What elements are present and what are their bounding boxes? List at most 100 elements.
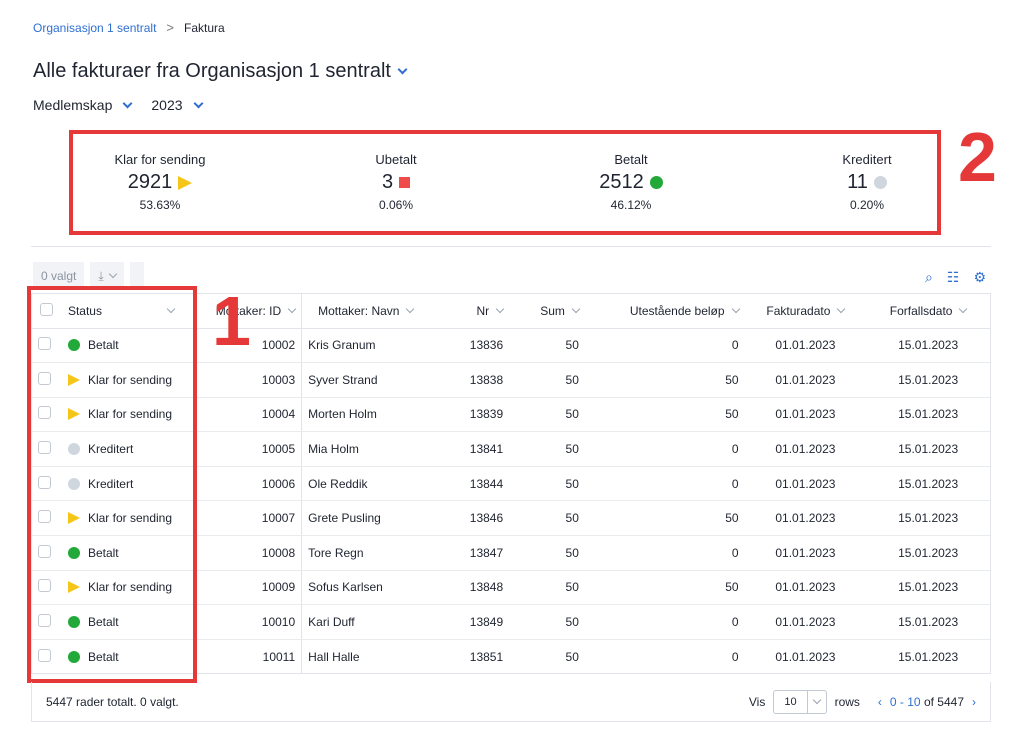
- invoice-date-cell: 01.01.2023: [744, 397, 867, 433]
- sum-cell: 50: [509, 570, 585, 606]
- recipient-name-cell: Syver Strand: [301, 362, 430, 398]
- stat-count: 3: [381, 171, 394, 193]
- nr-cell: 13838: [429, 362, 510, 398]
- sum-cell: 50: [509, 500, 585, 537]
- stat-label: Kreditert: [842, 152, 892, 167]
- sum-cell: 50: [509, 328, 585, 364]
- due-date-cell: 15.01.2023: [866, 466, 990, 502]
- chevron-down-icon: [812, 695, 821, 704]
- due-date-cell: 15.01.2023: [866, 535, 990, 571]
- recipient-id-cell: 10009: [179, 570, 302, 606]
- outstanding-cell: 50: [584, 397, 745, 433]
- stat-unpaid[interactable]: Ubetalt 3 0.06%: [311, 152, 481, 212]
- page-title: Alle fakturaer fra Organisasjon 1 sentra…: [33, 60, 391, 82]
- outstanding-cell: 0: [584, 466, 745, 502]
- search-icon[interactable]: ⌕: [925, 269, 933, 286]
- download-icon: ⤓: [98, 268, 104, 283]
- nr-cell: 13844: [429, 466, 510, 502]
- invoice-date-cell: 01.01.2023: [744, 466, 867, 502]
- next-page-button[interactable]: ›: [972, 695, 976, 709]
- recipient-id-cell: 10011: [179, 639, 302, 673]
- invoice-date-cell: 01.01.2023: [744, 570, 867, 606]
- due-date-cell: 15.01.2023: [866, 328, 990, 364]
- due-date-cell: 15.01.2023: [866, 639, 990, 673]
- show-label: Vis: [748, 694, 766, 709]
- yellow-arrow-icon: [178, 175, 193, 190]
- nr-cell: 13849: [429, 604, 510, 640]
- stat-percent: 0.20%: [849, 198, 885, 212]
- filter-sliders-icon[interactable]: ☷: [947, 269, 960, 286]
- rows-per-page-select[interactable]: 10: [773, 689, 827, 714]
- recipient-id-cell: 10003: [179, 362, 302, 398]
- page-title-dropdown[interactable]: Alle fakturaer fra Organisasjon 1 sentra…: [33, 60, 408, 83]
- recipient-id-cell: 10004: [179, 397, 302, 433]
- chevron-down-icon: [122, 98, 133, 108]
- breadcrumb-parent-link[interactable]: Organisasjon 1 sentralt: [33, 21, 156, 35]
- recipient-name-cell: Kris Granum: [301, 328, 430, 364]
- nr-cell: 13841: [429, 431, 510, 467]
- stat-credited[interactable]: Kreditert 11 0.20%: [782, 152, 952, 212]
- recipient-name-cell: Kari Duff: [301, 604, 430, 640]
- column-header-invoice-date[interactable]: Fakturadato: [744, 294, 867, 329]
- outstanding-cell: 50: [584, 362, 745, 398]
- sum-cell: 50: [509, 466, 585, 502]
- column-header-sum[interactable]: Sum: [509, 294, 585, 329]
- sum-cell: 50: [509, 397, 585, 433]
- outstanding-cell: 50: [584, 570, 745, 606]
- chevron-down-icon: [287, 304, 297, 313]
- stat-percent: 0.06%: [378, 198, 414, 212]
- red-square-icon: [399, 177, 411, 188]
- recipient-name-cell: Mia Holm: [301, 431, 430, 467]
- stat-label: Klar for sending: [114, 152, 206, 167]
- nr-cell: 13846: [429, 500, 510, 537]
- outstanding-cell: 0: [584, 535, 745, 571]
- stat-label: Betalt: [614, 152, 648, 167]
- due-date-cell: 15.01.2023: [866, 397, 990, 433]
- year-filter-dropdown[interactable]: 2023: [151, 97, 203, 113]
- breadcrumb-separator: >: [166, 20, 174, 35]
- due-date-cell: 15.01.2023: [866, 604, 990, 640]
- recipient-name-cell: Sofus Karlsen: [301, 570, 430, 606]
- stat-paid[interactable]: Betalt 2512 46.12%: [546, 152, 716, 212]
- stat-percent: 53.63%: [139, 198, 181, 212]
- chevron-down-icon: [397, 64, 408, 75]
- column-header-outstanding[interactable]: Utestående beløp: [584, 294, 745, 329]
- invoice-date-cell: 01.01.2023: [744, 431, 867, 467]
- due-date-cell: 15.01.2023: [866, 431, 990, 467]
- stat-percent: 46.12%: [610, 198, 652, 212]
- stat-count: 11: [847, 171, 868, 193]
- invoice-date-cell: 01.01.2023: [744, 604, 867, 640]
- section-divider: [31, 246, 991, 247]
- nr-cell: 13836: [429, 328, 510, 364]
- recipient-id-cell: 10010: [179, 604, 302, 640]
- breadcrumb-current: Faktura: [184, 20, 225, 35]
- outstanding-cell: 0: [584, 639, 745, 673]
- column-header-recipient-name[interactable]: Mottaker: Navn: [301, 294, 430, 329]
- sum-cell: 50: [509, 639, 585, 673]
- settings-icon[interactable]: ⚙: [973, 269, 986, 286]
- sum-cell: 50: [509, 535, 585, 571]
- invoice-date-cell: 01.01.2023: [744, 362, 867, 398]
- due-date-cell: 15.01.2023: [866, 362, 990, 398]
- nr-cell: 13839: [429, 397, 510, 433]
- invoice-date-cell: 01.01.2023: [744, 328, 867, 364]
- chevron-down-icon: [959, 304, 968, 313]
- column-header-nr[interactable]: Nr: [429, 294, 510, 329]
- rows-label: rows: [834, 694, 860, 709]
- stat-ready-to-send[interactable]: Klar for sending 2921 53.63%: [75, 152, 245, 212]
- invoice-date-cell: 01.01.2023: [744, 535, 867, 571]
- stat-count: 2921: [127, 171, 173, 193]
- annotation-number-1: 1: [212, 282, 251, 360]
- prev-page-button[interactable]: ‹: [878, 695, 882, 709]
- type-filter-dropdown[interactable]: Medlemskap: [33, 97, 133, 113]
- column-header-due-date[interactable]: Forfallsdato: [866, 294, 990, 329]
- recipient-id-cell: 10007: [179, 500, 302, 537]
- nr-cell: 13848: [429, 570, 510, 606]
- status-column-highlight: [27, 286, 197, 683]
- sum-cell: 50: [509, 362, 585, 398]
- recipient-name-cell: Morten Holm: [301, 397, 430, 433]
- chevron-down-icon: [731, 304, 740, 313]
- table-footer: 5447 rader totalt. 0 valgt. Vis 10 rows …: [31, 682, 991, 722]
- chevron-down-icon: [837, 304, 846, 313]
- chevron-down-icon: [571, 304, 581, 313]
